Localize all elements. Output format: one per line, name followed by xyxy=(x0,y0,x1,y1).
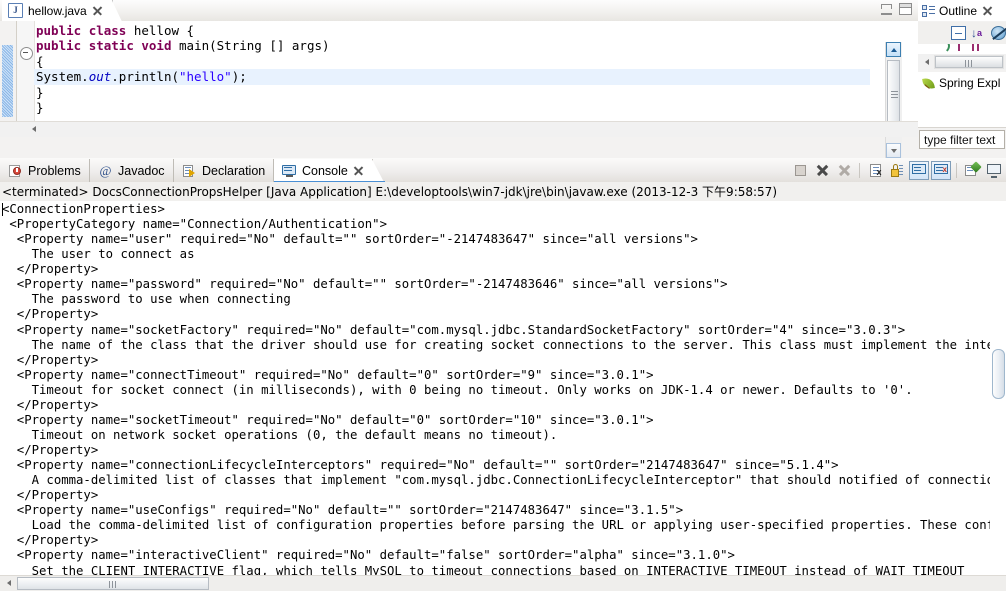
declaration-icon xyxy=(182,164,197,178)
pin-console-button[interactable] xyxy=(962,160,982,180)
toolbar-separator xyxy=(859,162,860,178)
spring-explorer-tab-label: Spring Expl xyxy=(939,76,1001,90)
source-code[interactable]: public class hellow {public static void … xyxy=(34,23,870,115)
problems-icon xyxy=(8,164,23,178)
display-console-icon xyxy=(987,164,1001,178)
tab-declaration[interactable]: Declaration xyxy=(174,159,275,182)
clear-console-icon: x xyxy=(869,163,882,177)
tab-label: Console xyxy=(302,163,348,178)
outline-tab[interactable]: Outline xyxy=(918,0,1006,21)
right-view-column: Outline ↓ a Spring Expl type filter text xyxy=(918,0,1006,158)
lock-icon xyxy=(891,163,903,177)
scroll-left-arrow-icon[interactable] xyxy=(2,577,15,590)
clear-console-button[interactable]: x xyxy=(865,161,885,180)
editor-folding-gutter[interactable] xyxy=(17,21,35,137)
console-output-text: <ConnectionProperties> <PropertyCategory… xyxy=(2,202,1006,576)
tab-problems[interactable]: Problems xyxy=(0,159,90,182)
tree-tick xyxy=(972,44,974,51)
maximize-icon[interactable] xyxy=(899,3,912,15)
occurrence-marker xyxy=(2,45,13,117)
scrollbar-track[interactable] xyxy=(934,55,1004,69)
hide-fields-icon[interactable] xyxy=(991,26,1006,40)
toolbar-separator xyxy=(956,162,957,178)
display-selected-console-button[interactable] xyxy=(984,161,1004,180)
outline-tab-label: Outline xyxy=(939,3,978,18)
collapse-all-icon[interactable] xyxy=(951,26,966,40)
method-node-icon xyxy=(932,44,950,54)
terminate-button[interactable] xyxy=(790,161,810,180)
minimize-icon[interactable] xyxy=(881,3,892,15)
tab-label: Problems xyxy=(28,163,81,178)
scroll-left-arrow-icon[interactable] xyxy=(920,55,934,69)
close-icon[interactable] xyxy=(353,165,364,176)
tab-javadoc[interactable]: @ Javadoc xyxy=(90,159,174,182)
eclipse-window: J hellow.java public class hellow {publi… xyxy=(0,0,1006,591)
filter-input[interactable]: type filter text xyxy=(919,130,1005,149)
scrollbar-thumb[interactable] xyxy=(17,577,209,590)
scroll-up-arrow-icon[interactable] xyxy=(886,42,901,57)
show-console-on-output-button[interactable] xyxy=(909,160,929,180)
outline-horizontal-scrollbar[interactable] xyxy=(918,54,1006,70)
sort-icon[interactable]: ↓ a xyxy=(971,26,986,40)
console-err-icon: x xyxy=(934,164,948,176)
console-out-icon xyxy=(912,164,926,176)
code-line: public static void main(String [] args) xyxy=(36,38,330,54)
javadoc-at-icon: @ xyxy=(99,162,112,178)
code-line: { xyxy=(36,53,44,69)
console-output-area[interactable]: <ConnectionProperties> <PropertyCategory… xyxy=(0,201,1006,576)
bottom-view-stack: Problems @ Javadoc Declaration Console x x <… xyxy=(0,158,1006,591)
fold-collapse-icon[interactable] xyxy=(20,47,33,60)
show-console-on-error-button[interactable]: x xyxy=(931,160,951,180)
editor-area: J hellow.java public class hellow {publi… xyxy=(0,0,918,158)
tab-label: Javadoc xyxy=(118,163,165,178)
outline-toolbar: ↓ a xyxy=(918,22,1006,44)
spring-explorer-view: Spring Expl type filter text xyxy=(918,72,1006,158)
scrollbar-thumb[interactable] xyxy=(887,60,900,130)
close-icon[interactable] xyxy=(92,5,103,16)
console-vertical-scrollbar[interactable] xyxy=(990,201,1006,576)
outline-tree-peek xyxy=(918,44,1006,54)
tab-label: Declaration xyxy=(202,163,266,178)
editor-vertical-scrollbar[interactable] xyxy=(885,42,902,158)
editor-text-area[interactable]: public class hellow {public static void … xyxy=(0,21,918,158)
editor-horizontal-scrollbar[interactable] xyxy=(0,121,918,137)
tree-tick xyxy=(977,44,979,51)
scroll-down-arrow-icon[interactable] xyxy=(886,143,901,158)
remove-all-x-icon xyxy=(838,164,851,177)
scroll-left-arrow-icon[interactable] xyxy=(27,123,40,136)
scrollbar-thumb[interactable] xyxy=(935,56,1003,68)
remove-all-terminated-button[interactable] xyxy=(834,161,854,180)
scroll-lock-button[interactable] xyxy=(887,161,907,180)
code-line: public class hellow { xyxy=(36,23,195,38)
editor-tab-hellow-java[interactable]: J hellow.java xyxy=(2,0,113,22)
remove-launch-button[interactable] xyxy=(812,161,832,180)
stop-square-icon xyxy=(794,164,806,176)
spring-explorer-body xyxy=(918,94,1006,128)
close-icon[interactable] xyxy=(982,5,993,16)
console-status-line: <terminated> DocsConnectionPropsHelper [… xyxy=(0,182,1006,202)
code-line: System.out.println("hello"); xyxy=(34,69,870,85)
scrollbar-thumb[interactable] xyxy=(992,349,1005,399)
console-toolbar: x x xyxy=(790,160,1004,180)
editor-tab-label: hellow.java xyxy=(28,3,87,18)
editor-annotation-gutter[interactable] xyxy=(0,21,17,137)
scrollbar-track[interactable] xyxy=(17,577,209,590)
code-line: } xyxy=(36,99,44,115)
editor-tab-bar: J hellow.java xyxy=(0,0,918,22)
tree-tick xyxy=(958,44,960,51)
editor-window-controls xyxy=(881,3,912,15)
spring-explorer-tab[interactable]: Spring Expl xyxy=(918,72,1006,94)
console-horizontal-scrollbar[interactable] xyxy=(0,575,1006,591)
pin-icon xyxy=(965,160,982,177)
console-icon xyxy=(282,164,297,178)
spring-leaf-icon xyxy=(922,77,935,90)
code-line: } xyxy=(36,84,44,100)
outline-icon xyxy=(922,4,935,17)
java-file-icon: J xyxy=(8,3,23,18)
remove-x-icon xyxy=(816,164,829,177)
